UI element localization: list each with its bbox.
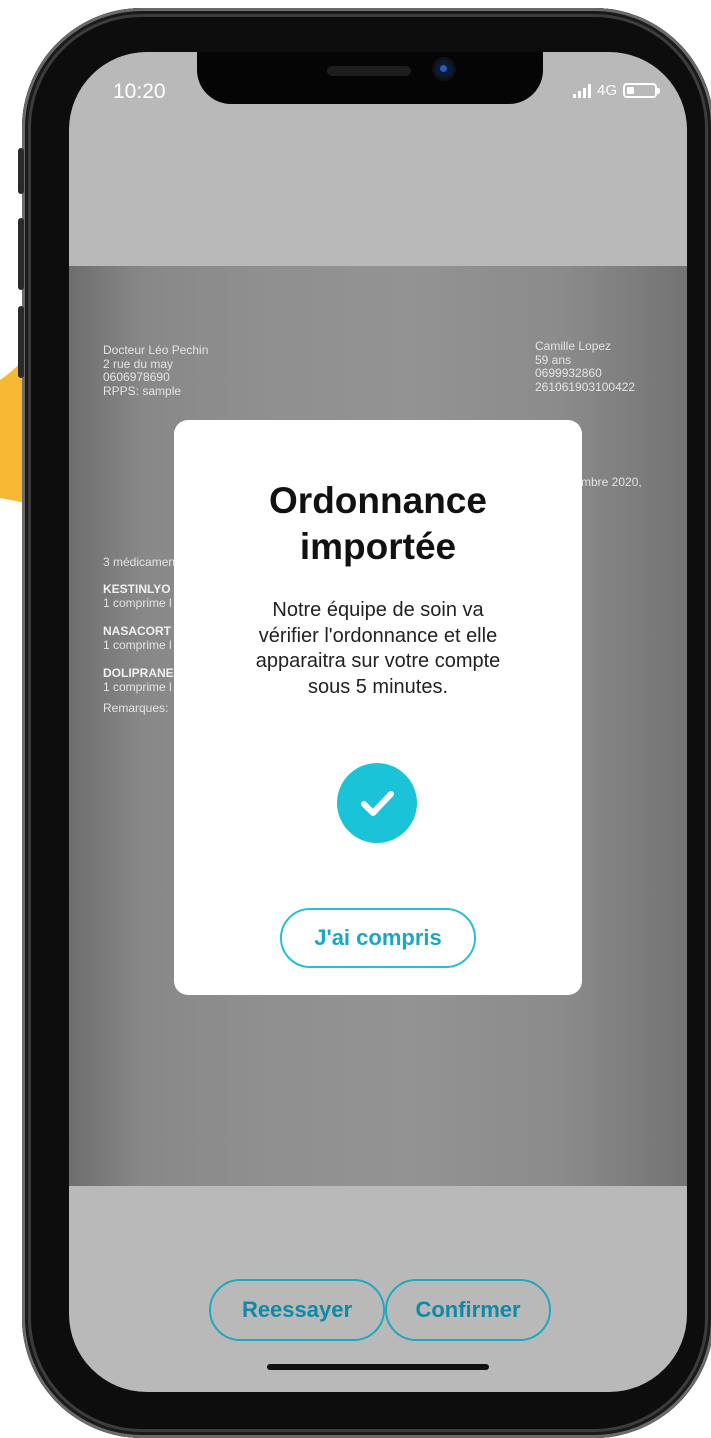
patient-id: 261061903100422 xyxy=(535,379,636,394)
acknowledge-button[interactable]: J'ai compris xyxy=(280,908,476,968)
import-success-modal: Ordonnance importée Notre équipe de soin… xyxy=(174,420,582,995)
med-1-name: KESTINLYO 1 xyxy=(103,582,181,596)
check-circle-icon xyxy=(337,763,417,843)
status-indicators: 4G xyxy=(572,82,660,99)
signal-icon xyxy=(572,83,591,98)
speaker-grille xyxy=(327,66,411,76)
mute-switch xyxy=(18,148,24,194)
status-time: 10:20 xyxy=(113,80,166,103)
home-indicator[interactable] xyxy=(267,1364,489,1370)
med-2-dose: 1 comprime l xyxy=(103,638,172,652)
front-camera xyxy=(435,60,453,78)
battery-icon xyxy=(623,83,660,98)
notch xyxy=(197,52,543,104)
modal-message: Notre équipe de soin va vérifier l'ordon… xyxy=(214,598,542,700)
network-label: 4G xyxy=(596,82,617,99)
modal-message-line-4: sous 5 minutes. xyxy=(307,675,449,698)
volume-up-button xyxy=(18,218,24,290)
remarks-label: Remarques: xyxy=(103,701,169,715)
modal-message-line-3: apparaitra sur votre compte xyxy=(255,650,501,672)
document-date: mbre 2020, xyxy=(581,475,642,489)
retry-button[interactable]: Reessayer xyxy=(209,1279,385,1341)
med-3-dose: 1 comprime l xyxy=(103,680,172,694)
doctor-phone: 0606978690 xyxy=(103,370,170,384)
patient-name: Camille Lopez xyxy=(535,339,612,353)
modal-title: Ordonnance importée xyxy=(174,478,582,570)
modal-title-line-1: Ordonnance xyxy=(269,480,487,521)
modal-message-line-2: vérifier l'ordonnance et elle xyxy=(258,624,498,647)
modal-message-line-1: Notre équipe de soin va xyxy=(272,599,484,621)
patient-age: 59 ans xyxy=(535,352,572,367)
med-1-dose: 1 comprime l xyxy=(103,596,172,610)
doctor-name: Docteur Léo Pechin xyxy=(103,343,209,357)
phone-screen: 10:20 4G Docteur Léo Pechin 2 rue du may… xyxy=(69,52,687,1392)
med-count: 3 médicamen xyxy=(103,555,176,569)
doctor-address: 2 rue du may xyxy=(103,356,174,371)
patient-info: Camille Lopez 59 ans 0699932860 26106190… xyxy=(535,339,636,394)
volume-down-button xyxy=(18,306,24,378)
patient-phone: 0699932860 xyxy=(535,366,602,380)
med-2-name: NASACORT 5 xyxy=(103,624,182,638)
doctor-rpps: RPPS: sample xyxy=(103,383,182,398)
modal-title-line-2: importée xyxy=(299,526,457,567)
med-3-name: DOLIPRANE 1 xyxy=(103,666,184,680)
doctor-info: Docteur Léo Pechin 2 rue du may 06069786… xyxy=(103,343,209,398)
confirm-button[interactable]: Confirmer xyxy=(385,1279,551,1341)
